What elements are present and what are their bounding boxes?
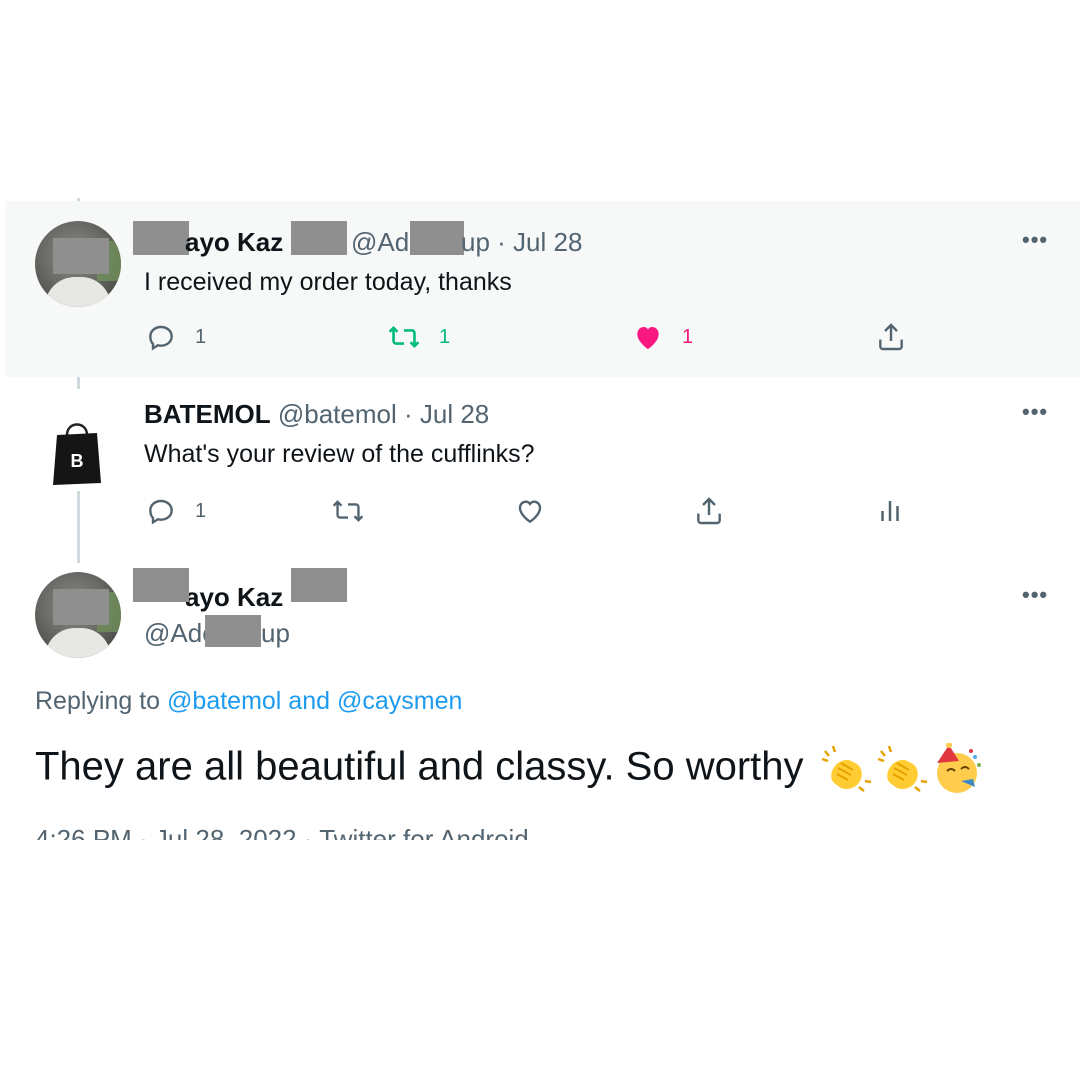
like-count: 1 [682, 325, 694, 348]
avatar[interactable]: B [49, 417, 105, 485]
reply-count: 1 [195, 325, 207, 348]
tweet-date[interactable]: Jul 28 [513, 227, 582, 257]
shopping-bag-logo-icon: B [53, 423, 101, 485]
retweet-button[interactable] [331, 495, 365, 527]
handle[interactable]: @batemol [278, 399, 397, 429]
display-name[interactable]: BATEMOL [144, 399, 271, 429]
mention-link[interactable]: @batemol [167, 687, 281, 715]
name-redaction-2 [291, 221, 347, 255]
display-name[interactable]: ayo Kaz [185, 227, 283, 257]
more-options-button[interactable]: ••• [1022, 227, 1048, 253]
tweet-timestamp-source[interactable]: 4:26 PM · Jul 28, 2022 · Twitter for And… [35, 824, 529, 840]
share-button[interactable] [693, 495, 725, 527]
handle-tail: up [261, 618, 290, 648]
reply-button[interactable]: 1 [145, 495, 206, 527]
like-button[interactable]: 1 [632, 321, 693, 353]
tweet-reply-2[interactable]: B BATEMOL @batemol · Jul 28 ••• What's y… [5, 377, 1080, 562]
avatar[interactable] [35, 221, 121, 307]
retweet-icon [388, 325, 420, 349]
face-redaction [53, 589, 109, 625]
name-redaction [133, 568, 189, 602]
clapping-hands-emoji [821, 745, 871, 792]
tweet-thread-card: ayo Kaz @Ad up · Jul 28 ••• I received m… [5, 198, 1080, 840]
main-tweet-text: They are all beautiful and classy. So wo… [35, 743, 983, 795]
more-options-button[interactable]: ••• [1022, 582, 1048, 608]
like-button[interactable] [514, 495, 546, 527]
handle[interactable]: @Ad [351, 227, 409, 257]
share-icon [697, 497, 721, 525]
reply-icon [149, 325, 173, 351]
like-icon [637, 327, 659, 349]
handle-redaction [205, 615, 261, 647]
handle-tail: up [461, 227, 490, 257]
name-redaction-2 [291, 568, 347, 602]
clapping-hands-emoji [877, 745, 927, 792]
name-redaction [133, 221, 189, 255]
handle-redaction [410, 221, 464, 255]
analytics-icon [881, 501, 899, 521]
like-icon [518, 500, 542, 524]
avatar[interactable] [35, 572, 121, 658]
face-redaction [53, 238, 109, 274]
logo-letter: B [71, 451, 84, 471]
analytics-button[interactable] [875, 495, 905, 527]
share-button[interactable] [875, 321, 907, 353]
retweet-count: 1 [439, 325, 451, 348]
display-name[interactable]: ayo Kaz [185, 582, 283, 612]
retweet-icon [332, 500, 364, 522]
tweet-date[interactable]: Jul 28 [420, 399, 489, 429]
tweet-text: What's your review of the cufflinks? [144, 440, 535, 468]
thread-line-bottom [77, 491, 80, 563]
share-icon [879, 323, 903, 351]
more-options-button[interactable]: ••• [1022, 399, 1048, 425]
reply-button[interactable]: 1 [145, 321, 206, 353]
partying-face-emoji [936, 743, 981, 793]
reply-count: 1 [195, 499, 207, 522]
mention-link[interactable]: @caysmen [337, 687, 462, 715]
retweet-button[interactable]: 1 [387, 321, 450, 353]
tweet-text: I received my order today, thanks [144, 268, 512, 296]
reply-icon [149, 499, 173, 525]
tweet-reply-1[interactable]: ayo Kaz @Ad up · Jul 28 ••• I received m… [5, 201, 1080, 377]
replying-to: Replying to @batemol and @caysmen [35, 687, 463, 715]
